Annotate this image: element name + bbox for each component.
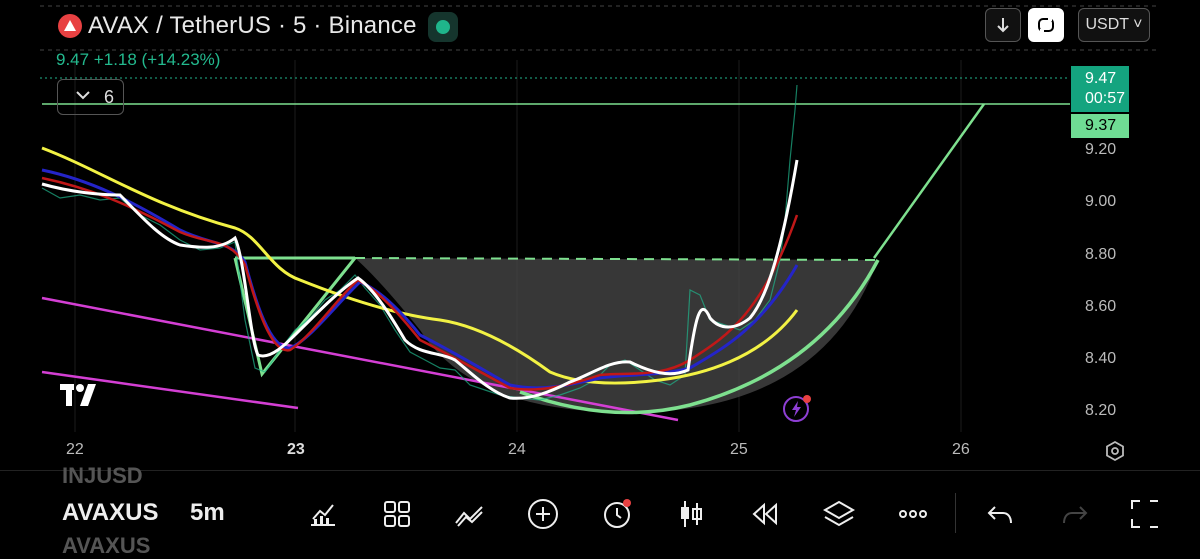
current-price: 9.47 — [1085, 70, 1117, 87]
price-tick: 8.40 — [1085, 350, 1117, 367]
arrow-down-icon — [997, 18, 1009, 33]
alert-icon[interactable] — [600, 497, 634, 531]
candle-countdown: 00:57 — [1085, 90, 1126, 107]
cup-pattern-fill — [355, 258, 878, 413]
toolbar-divider — [955, 493, 956, 533]
settings-icon[interactable] — [1104, 440, 1126, 467]
more-icon[interactable] — [896, 497, 930, 531]
candles-icon[interactable] — [674, 497, 708, 531]
live-dot-icon — [436, 20, 450, 34]
interval-selector[interactable]: 5m — [190, 499, 225, 527]
market-status-indicator[interactable] — [428, 12, 458, 42]
refresh-icon — [1038, 18, 1054, 32]
price-tick: 9.00 — [1085, 193, 1117, 210]
level-price-badge: 9.37 — [1071, 114, 1129, 138]
time-tick: 23 — [287, 441, 305, 458]
time-tick: 24 — [508, 441, 526, 458]
price-tick: 9.20 — [1085, 141, 1117, 158]
layout-grid-icon[interactable] — [380, 497, 414, 531]
symbol-selector[interactable]: AVAXUS — [62, 499, 158, 527]
undo-icon[interactable] — [983, 497, 1017, 531]
price-tick: 8.20 — [1085, 402, 1117, 419]
indicator-count: 6 — [104, 87, 115, 107]
drawing-tools-icon[interactable] — [452, 497, 486, 531]
layers-icon[interactable] — [822, 497, 856, 531]
current-price-badge: 9.47 00:57 — [1071, 66, 1129, 112]
watchlist-symbol-above[interactable]: INJUSD — [62, 463, 143, 489]
redo-icon[interactable] — [1058, 497, 1092, 531]
price-change-text: 9.47 +1.18 (+14.23%) — [56, 50, 221, 69]
tradingview-logo — [60, 382, 108, 415]
chevron-down-icon — [74, 86, 92, 109]
flash-alert-icon[interactable] — [781, 394, 815, 429]
down-arrow-button[interactable] — [985, 8, 1021, 42]
symbol-title[interactable]: AVAX / TetherUS · 5 · Binance — [88, 12, 417, 40]
projection-line — [872, 103, 986, 259]
add-icon[interactable] — [526, 497, 560, 531]
time-tick: 26 — [952, 441, 970, 458]
price-tick: 8.80 — [1085, 246, 1117, 263]
refresh-button[interactable] — [1028, 8, 1064, 42]
replay-icon[interactable] — [748, 497, 782, 531]
bottom-toolbar: INJUSD AVAXUS 5m AVAXUS — [0, 463, 1200, 558]
currency-selector[interactable]: USDT ˅ — [1078, 8, 1150, 42]
chart-indicators-icon[interactable] — [306, 497, 340, 531]
time-tick: 25 — [730, 441, 748, 458]
indicators-collapse-button[interactable]: 6 — [57, 79, 124, 115]
fullscreen-icon[interactable] — [1128, 497, 1162, 531]
avax-logo-icon — [58, 14, 82, 38]
watchlist-symbol-below[interactable]: AVAXUS — [62, 533, 150, 559]
time-tick: 22 — [66, 441, 84, 458]
price-tick: 8.60 — [1085, 298, 1117, 315]
